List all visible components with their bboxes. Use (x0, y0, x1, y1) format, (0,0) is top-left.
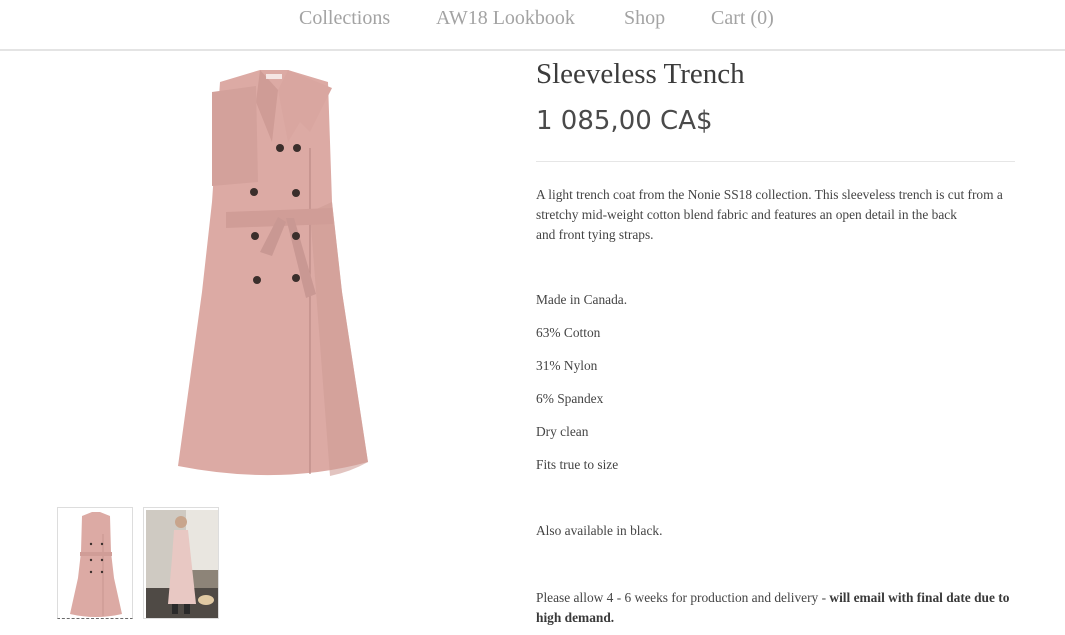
nav-shop[interactable]: Shop (624, 7, 665, 30)
description-line: A light trench coat from the Nonie SS18 … (536, 187, 1003, 202)
detail-origin: Made in Canada. (536, 292, 628, 307)
detail-spandex: 6% Spandex (536, 391, 604, 406)
detail-fit: Fits true to size (536, 457, 619, 472)
product-price: 1 085,00 CA$ (536, 106, 713, 136)
description-line: and front tying straps. (536, 227, 654, 242)
thumbnail-model-image (146, 510, 218, 618)
description-line: stretchy mid-weight cotton blend fabric … (536, 207, 957, 222)
top-nav: Collections AW18 Lookbook Shop Cart (0) (0, 0, 1065, 51)
product-main-image[interactable] (160, 62, 385, 486)
thumbnail-model-view[interactable] (143, 507, 219, 619)
delivery-note-text: Please allow 4 - 6 weeks for production … (536, 590, 830, 605)
availability-note: Also available in black. (536, 523, 663, 538)
product-title: Sleeveless Trench (536, 58, 745, 90)
delivery-note: Please allow 4 - 6 weeks for production … (536, 588, 1016, 628)
nav-cart[interactable]: Cart (0) (711, 7, 774, 30)
thumbnail-front-view[interactable] (57, 507, 133, 619)
product-description: A light trench coat from the Nonie SS18 … (536, 185, 1016, 245)
nav-collections[interactable]: Collections (299, 7, 390, 30)
detail-nylon: 31% Nylon (536, 358, 598, 373)
detail-cotton: 63% Cotton (536, 325, 601, 340)
detail-care: Dry clean (536, 424, 589, 439)
nav-aw18-lookbook[interactable]: AW18 Lookbook (436, 7, 575, 30)
thumbnail-coat-image (70, 512, 122, 617)
divider (536, 161, 1015, 162)
